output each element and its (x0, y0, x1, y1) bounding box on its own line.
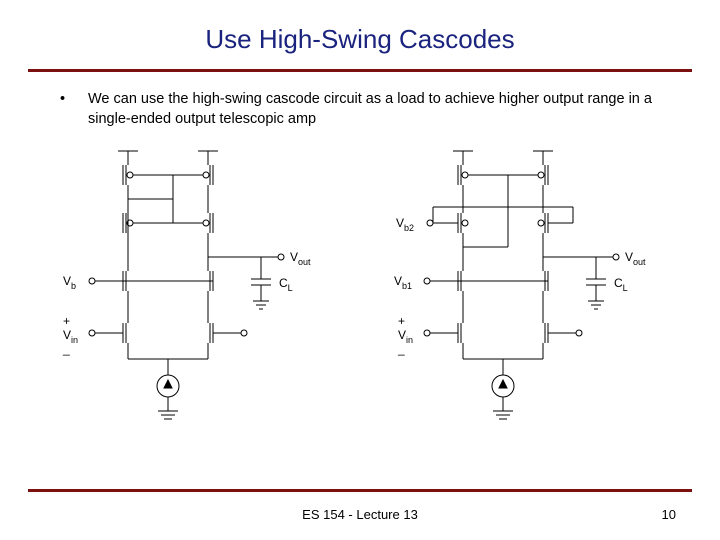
figure-left: Vout CL Vb (30, 139, 355, 439)
svg-text:+: + (398, 314, 405, 328)
svg-text:Vb: Vb (63, 274, 76, 291)
bullet-row: • We can use the high-swing cascode circ… (60, 90, 660, 129)
footer-text: ES 154 - Lecture 13 (0, 507, 720, 522)
svg-text:CL: CL (279, 276, 293, 293)
svg-text:Vout: Vout (290, 250, 311, 267)
svg-text:_: _ (62, 342, 70, 356)
bullet-marker: • (60, 90, 70, 129)
figures: Vout CL Vb (0, 129, 720, 439)
svg-text:CL: CL (614, 276, 628, 293)
svg-text:Vout: Vout (625, 250, 646, 267)
svg-text:Vb2: Vb2 (396, 216, 414, 233)
figure-right: Vb2 Vout (365, 139, 690, 439)
svg-text:+: + (63, 314, 70, 328)
slide: Use High-Swing Cascodes • We can use the… (0, 0, 720, 540)
svg-text:_: _ (397, 342, 405, 356)
body: • We can use the high-swing cascode circ… (0, 72, 720, 129)
page-number: 10 (662, 507, 676, 522)
svg-text:Vb1: Vb1 (394, 274, 412, 291)
bullet-text: We can use the high-swing cascode circui… (88, 90, 660, 129)
footer-rule (28, 489, 692, 492)
slide-title: Use High-Swing Cascodes (0, 0, 720, 69)
